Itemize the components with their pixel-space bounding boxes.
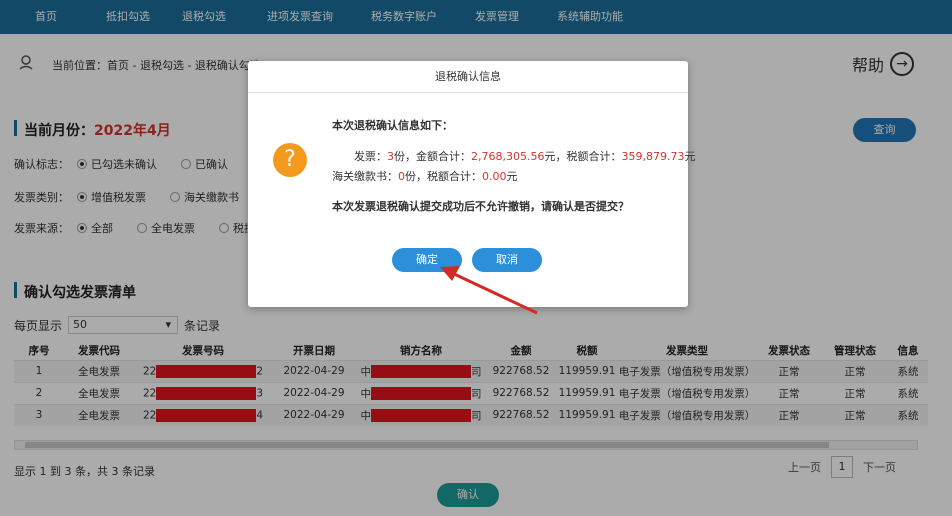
arrow-shaft bbox=[451, 271, 538, 315]
annotation-arrow bbox=[440, 266, 538, 315]
arrow-head bbox=[440, 266, 460, 281]
